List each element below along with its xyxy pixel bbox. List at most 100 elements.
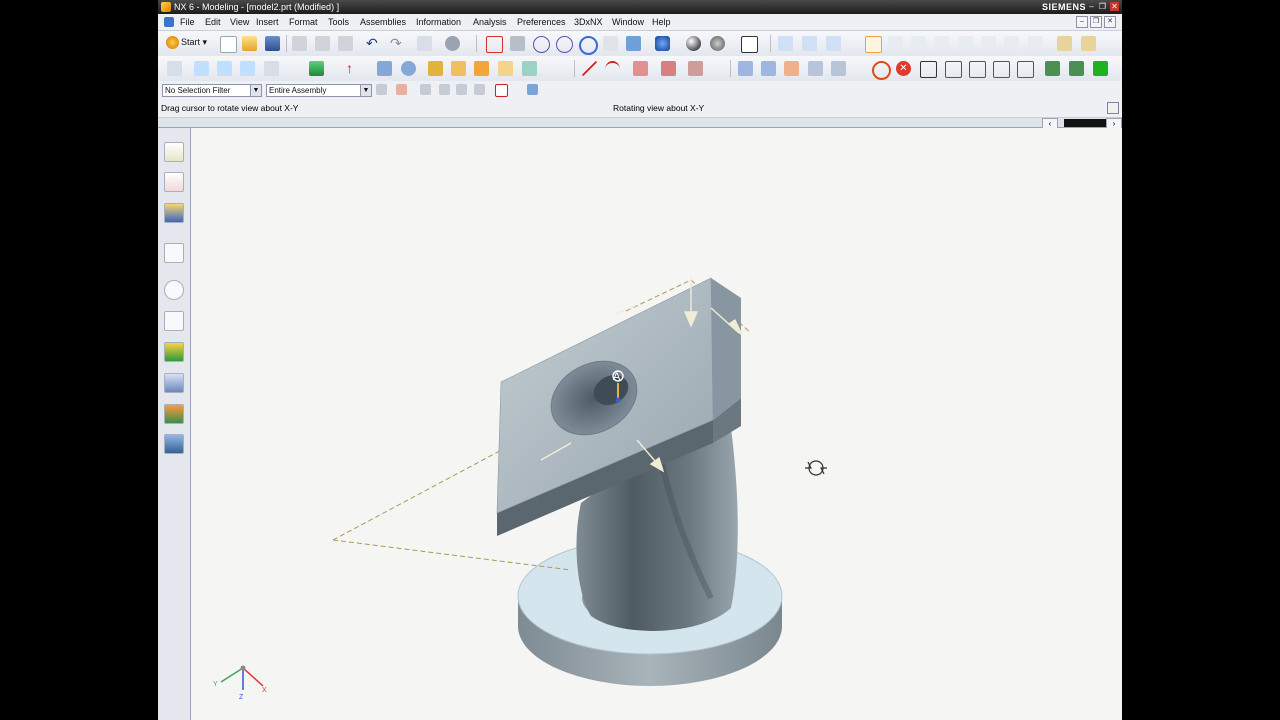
color-icon[interactable] <box>1045 61 1060 76</box>
hole-icon[interactable] <box>401 61 416 76</box>
select-point-icon[interactable] <box>474 84 485 95</box>
zoom-in-out-icon[interactable] <box>556 36 573 53</box>
trim-icon[interactable] <box>688 61 703 76</box>
system-materials-icon[interactable] <box>164 311 184 331</box>
menu-format[interactable]: Format <box>289 17 318 27</box>
wcs-icon[interactable] <box>802 36 817 51</box>
section-icon[interactable] <box>969 61 986 78</box>
line-icon[interactable] <box>582 61 597 76</box>
menu-3dxnx[interactable]: 3DxNX <box>574 17 603 27</box>
arc-icon[interactable] <box>605 61 620 78</box>
snap-icon[interactable] <box>888 36 903 51</box>
selection-icon[interactable] <box>865 36 882 53</box>
orient-view-icon[interactable] <box>626 36 641 51</box>
snap-center-icon[interactable] <box>1028 36 1043 51</box>
pan-icon[interactable] <box>603 36 618 51</box>
web-browser-icon[interactable] <box>164 434 184 454</box>
history-icon[interactable] <box>164 280 184 300</box>
quick-pick-icon[interactable] <box>527 84 538 95</box>
snap-control-icon[interactable] <box>981 36 996 51</box>
doc-close-icon[interactable]: ✕ <box>1104 16 1116 28</box>
snap-intersect-icon[interactable] <box>1004 36 1019 51</box>
extrude-icon[interactable] <box>309 61 324 76</box>
rotate-icon[interactable] <box>579 36 598 55</box>
cut-icon[interactable] <box>292 36 307 51</box>
datum-plane-icon[interactable] <box>194 61 209 76</box>
snap-point-icon[interactable] <box>911 36 926 51</box>
redo-icon[interactable]: ↷ <box>390 36 405 51</box>
material-icon[interactable] <box>1069 61 1084 76</box>
snap-end-icon[interactable] <box>934 36 949 51</box>
save-icon[interactable] <box>265 36 280 51</box>
mesh-icon[interactable] <box>761 61 776 76</box>
unite-icon[interactable] <box>872 61 891 80</box>
select-edge-icon[interactable] <box>456 84 467 95</box>
open-folder-icon[interactable] <box>242 36 257 51</box>
shaded-sphere-icon[interactable] <box>686 36 701 51</box>
pad-icon[interactable] <box>474 61 489 76</box>
measure-icon[interactable] <box>1057 36 1072 51</box>
view-style-icon[interactable] <box>710 36 725 51</box>
sew-icon[interactable] <box>784 61 799 76</box>
layer-icon[interactable] <box>920 61 937 78</box>
revolve-icon[interactable] <box>377 61 392 76</box>
menu-view[interactable]: View <box>230 17 249 27</box>
menu-preferences[interactable]: Preferences <box>517 17 566 27</box>
select-curve-icon[interactable] <box>439 84 450 95</box>
pocket-icon[interactable] <box>451 61 466 76</box>
command-finder-icon[interactable] <box>445 36 460 51</box>
roles-icon[interactable] <box>164 373 184 393</box>
tab-scrollbar[interactable]: ‹ › <box>158 118 1122 130</box>
reuse-library-icon[interactable] <box>164 243 184 263</box>
menu-window[interactable]: Window <box>612 17 644 27</box>
boss-icon[interactable] <box>428 61 443 76</box>
repeat-command-icon[interactable] <box>417 36 432 51</box>
surface-icon[interactable] <box>738 61 753 76</box>
measure-angle-icon[interactable] <box>1081 36 1096 51</box>
doc-minimize-icon[interactable]: – <box>1076 16 1088 28</box>
paste-icon[interactable] <box>338 36 353 51</box>
menu-information[interactable]: Information <box>416 17 461 27</box>
menu-file[interactable]: File <box>180 17 195 27</box>
wcs-orient-icon[interactable] <box>826 36 841 51</box>
doc-restore-icon[interactable]: ❐ <box>1090 16 1102 28</box>
general-selection-icon[interactable] <box>396 84 407 95</box>
minimize-icon[interactable]: – <box>1087 2 1096 11</box>
render-style-icon[interactable] <box>655 36 670 51</box>
wedge-icon[interactable] <box>993 61 1010 78</box>
datum-axis-icon[interactable] <box>217 61 232 76</box>
chamfer-icon[interactable] <box>661 61 676 76</box>
assembly-navigator-icon[interactable] <box>164 142 184 162</box>
menu-insert[interactable]: Insert <box>256 17 279 27</box>
groove-icon[interactable] <box>522 61 537 76</box>
scope-dropdown[interactable]: Entire Assembly ▼ <box>266 84 372 97</box>
menu-edit[interactable]: Edit <box>205 17 221 27</box>
menu-tools[interactable]: Tools <box>328 17 349 27</box>
snap-mid-icon[interactable] <box>958 36 973 51</box>
menu-assemblies[interactable]: Assemblies <box>360 17 406 27</box>
process-studio-icon[interactable] <box>164 342 184 362</box>
zoom-icon[interactable] <box>533 36 550 53</box>
select-faces-icon[interactable] <box>376 84 387 95</box>
background-icon[interactable] <box>741 36 758 53</box>
selection-filter-dropdown[interactable]: No Selection Filter ▼ <box>162 84 262 97</box>
copy-icon[interactable] <box>315 36 330 51</box>
csys-icon[interactable] <box>778 36 793 51</box>
menu-analysis[interactable]: Analysis <box>473 17 507 27</box>
scroll-thumb[interactable] <box>1064 119 1108 127</box>
add-feature-icon[interactable] <box>1093 61 1108 76</box>
restore-icon[interactable]: ❐ <box>1098 2 1107 11</box>
follow-edge-icon[interactable] <box>420 84 431 95</box>
start-button[interactable]: Start ▾ <box>166 36 207 49</box>
undo-icon[interactable]: ↶ <box>366 36 381 51</box>
point-icon[interactable] <box>264 61 279 76</box>
system-scenes-icon[interactable] <box>164 404 184 424</box>
new-file-icon[interactable] <box>220 36 237 53</box>
constraint-navigator-icon[interactable] <box>164 172 184 192</box>
rectangle-select-icon[interactable] <box>495 84 508 97</box>
sketch-icon[interactable] <box>167 61 182 76</box>
offset-icon[interactable] <box>808 61 823 76</box>
step-icon[interactable] <box>1017 61 1034 78</box>
delete-icon[interactable]: ✕ <box>896 61 911 76</box>
datum-csys-icon[interactable] <box>240 61 255 76</box>
